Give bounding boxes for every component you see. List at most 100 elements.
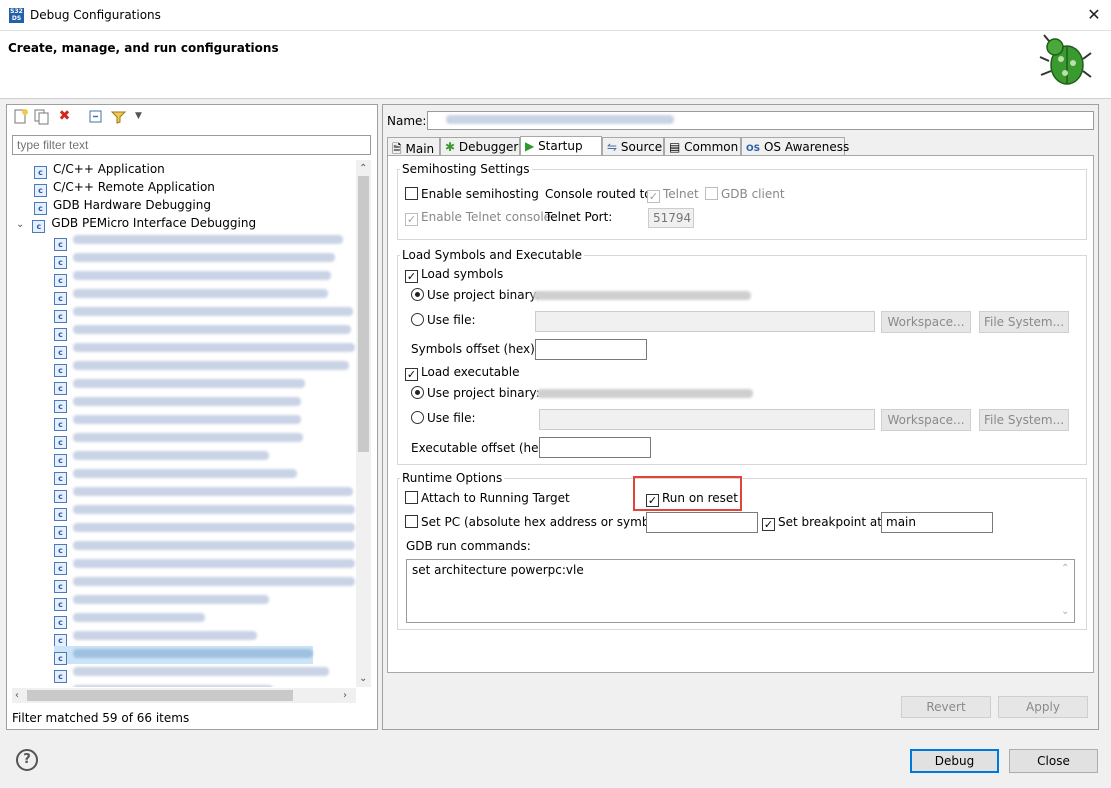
close-window-button[interactable]: ✕ — [1082, 4, 1106, 26]
list-item[interactable]: c — [54, 664, 329, 683]
list-item[interactable]: c — [54, 358, 349, 377]
symbols-use-project-radio[interactable]: Use project binary: — [411, 288, 540, 302]
exec-workspace-button[interactable]: Workspace... — [881, 409, 971, 431]
list-item[interactable]: c — [54, 340, 355, 359]
list-item[interactable]: c — [54, 574, 355, 593]
collapse-all-icon[interactable] — [87, 108, 104, 125]
exec-file-field[interactable] — [539, 409, 875, 430]
close-button[interactable]: Close — [1009, 749, 1098, 773]
checkbox[interactable] — [405, 491, 418, 504]
list-item[interactable]: c — [54, 304, 353, 323]
exec-file-system-button[interactable]: File System... — [979, 409, 1069, 431]
tab-startup[interactable]: ▶ Startup — [520, 136, 602, 157]
duplicate-icon[interactable] — [33, 108, 50, 125]
checkbox[interactable]: ✓ — [762, 518, 775, 531]
list-item[interactable]: c — [54, 322, 351, 341]
set-breakpoint-checkbox[interactable]: ✓ Set breakpoint at: — [762, 515, 886, 531]
scroll-right-icon[interactable]: › — [343, 690, 347, 701]
checkbox[interactable]: ✓ — [647, 190, 660, 203]
radio[interactable] — [411, 411, 424, 424]
load-executable-checkbox[interactable]: ✓ Load executable — [405, 365, 519, 381]
tab-debugger[interactable]: ✱ Debugger — [440, 137, 520, 156]
symbols-workspace-button[interactable]: Workspace... — [881, 311, 971, 333]
radio[interactable] — [411, 386, 424, 399]
list-item[interactable]: c — [54, 610, 205, 629]
revert-button[interactable]: Revert — [901, 696, 991, 718]
telnet-checkbox[interactable]: ✓ Telnet — [647, 187, 699, 203]
radio[interactable] — [411, 313, 424, 326]
set-pc-field[interactable] — [646, 512, 758, 533]
tab-os-awareness[interactable]: OS OS Awareness — [741, 137, 849, 156]
tree-hscroll-thumb[interactable] — [27, 690, 293, 701]
breakpoint-field[interactable]: main — [881, 512, 993, 533]
tab-common[interactable]: ▤ Common — [664, 137, 741, 156]
help-icon[interactable]: ? — [16, 749, 38, 771]
attach-running-target-checkbox[interactable]: Attach to Running Target — [405, 491, 570, 505]
list-item[interactable]: c — [54, 592, 269, 611]
list-item[interactable]: c — [54, 268, 331, 287]
checkbox[interactable]: ✓ — [405, 213, 418, 226]
list-item[interactable]: c — [54, 412, 301, 431]
list-item[interactable]: c — [54, 232, 343, 251]
scroll-left-icon[interactable]: ‹ — [15, 690, 19, 701]
checkbox-label: Set breakpoint at: — [778, 515, 887, 529]
symbols-file-field[interactable] — [535, 311, 875, 332]
list-item[interactable]: c — [54, 430, 303, 449]
list-item[interactable]: c — [54, 484, 353, 503]
load-symbols-checkbox[interactable]: ✓ Load symbols — [405, 267, 503, 283]
list-item[interactable]: c — [54, 394, 301, 413]
list-item[interactable]: c — [54, 448, 269, 467]
list-item[interactable]: c — [54, 502, 355, 521]
list-item-selected[interactable]: c — [54, 646, 313, 665]
textarea-scroll-down-icon[interactable]: ⌄ — [1061, 606, 1069, 617]
checkbox[interactable] — [405, 187, 418, 200]
tree-item-gdb-pemicro[interactable]: ⌄ c GDB PEMicro Interface Debugging — [16, 214, 256, 233]
list-item[interactable]: c — [54, 376, 305, 395]
scroll-down-icon[interactable]: ⌄ — [359, 673, 367, 684]
gdb-run-commands-field[interactable]: set architecture powerpc:vle — [406, 559, 1075, 623]
tree-item-cpp-application[interactable]: c C/C++ Application — [34, 160, 165, 179]
checkbox[interactable]: ✓ — [405, 270, 418, 283]
list-item[interactable]: c — [54, 682, 273, 687]
list-item[interactable]: c — [54, 628, 257, 647]
filter-input[interactable] — [12, 135, 371, 155]
list-item[interactable]: c — [54, 286, 328, 305]
common-tab-icon: ▤ — [669, 140, 681, 154]
delete-icon[interactable]: ✖ — [56, 108, 73, 125]
scroll-up-icon[interactable]: ⌃ — [359, 163, 367, 174]
list-item[interactable]: c — [54, 556, 355, 575]
list-item[interactable]: c — [54, 520, 355, 539]
symbols-use-file-radio[interactable]: Use file: — [411, 313, 476, 327]
name-input[interactable] — [427, 111, 1094, 130]
symbols-file-system-button[interactable]: File System... — [979, 311, 1069, 333]
apply-button[interactable]: Apply — [998, 696, 1088, 718]
tree-scroll-thumb[interactable] — [358, 176, 369, 452]
checkbox[interactable] — [405, 515, 418, 528]
dropdown-icon[interactable]: ▼ — [130, 108, 147, 125]
tab-source[interactable]: ⇋ Source — [602, 137, 664, 156]
checkbox[interactable] — [705, 187, 718, 200]
exec-use-project-radio[interactable]: Use project binary: — [411, 386, 540, 400]
enable-telnet-console-checkbox[interactable]: ✓ Enable Telnet console — [405, 210, 551, 226]
exec-offset-field[interactable] — [539, 437, 651, 458]
checkbox[interactable]: ✓ — [405, 368, 418, 381]
textarea-scroll-up-icon[interactable]: ⌃ — [1061, 563, 1069, 574]
exec-use-file-radio[interactable]: Use file: — [411, 411, 476, 425]
radio[interactable] — [411, 288, 424, 301]
gdb-client-checkbox[interactable]: GDB client — [705, 187, 785, 201]
symbols-offset-field[interactable] — [535, 339, 647, 360]
telnet-port-field[interactable]: 51794 — [648, 208, 694, 228]
new-config-icon[interactable] — [12, 108, 29, 125]
enable-semihosting-checkbox[interactable]: Enable semihosting — [405, 187, 539, 201]
list-item[interactable]: c — [54, 250, 335, 269]
debug-button[interactable]: Debug — [910, 749, 999, 773]
window-title: Debug Configurations — [30, 8, 161, 22]
list-item[interactable]: c — [54, 538, 355, 557]
filter-icon[interactable] — [110, 108, 127, 125]
chevron-down-icon[interactable]: ⌄ — [16, 219, 24, 230]
set-pc-checkbox[interactable]: Set PC (absolute hex address or symbol): — [405, 515, 669, 529]
tree-item-cpp-remote[interactable]: c C/C++ Remote Application — [34, 178, 215, 197]
tree-item-gdb-hardware[interactable]: c GDB Hardware Debugging — [34, 196, 211, 215]
tab-main[interactable]: 🗎 Main — [387, 137, 440, 156]
list-item[interactable]: c — [54, 466, 297, 485]
